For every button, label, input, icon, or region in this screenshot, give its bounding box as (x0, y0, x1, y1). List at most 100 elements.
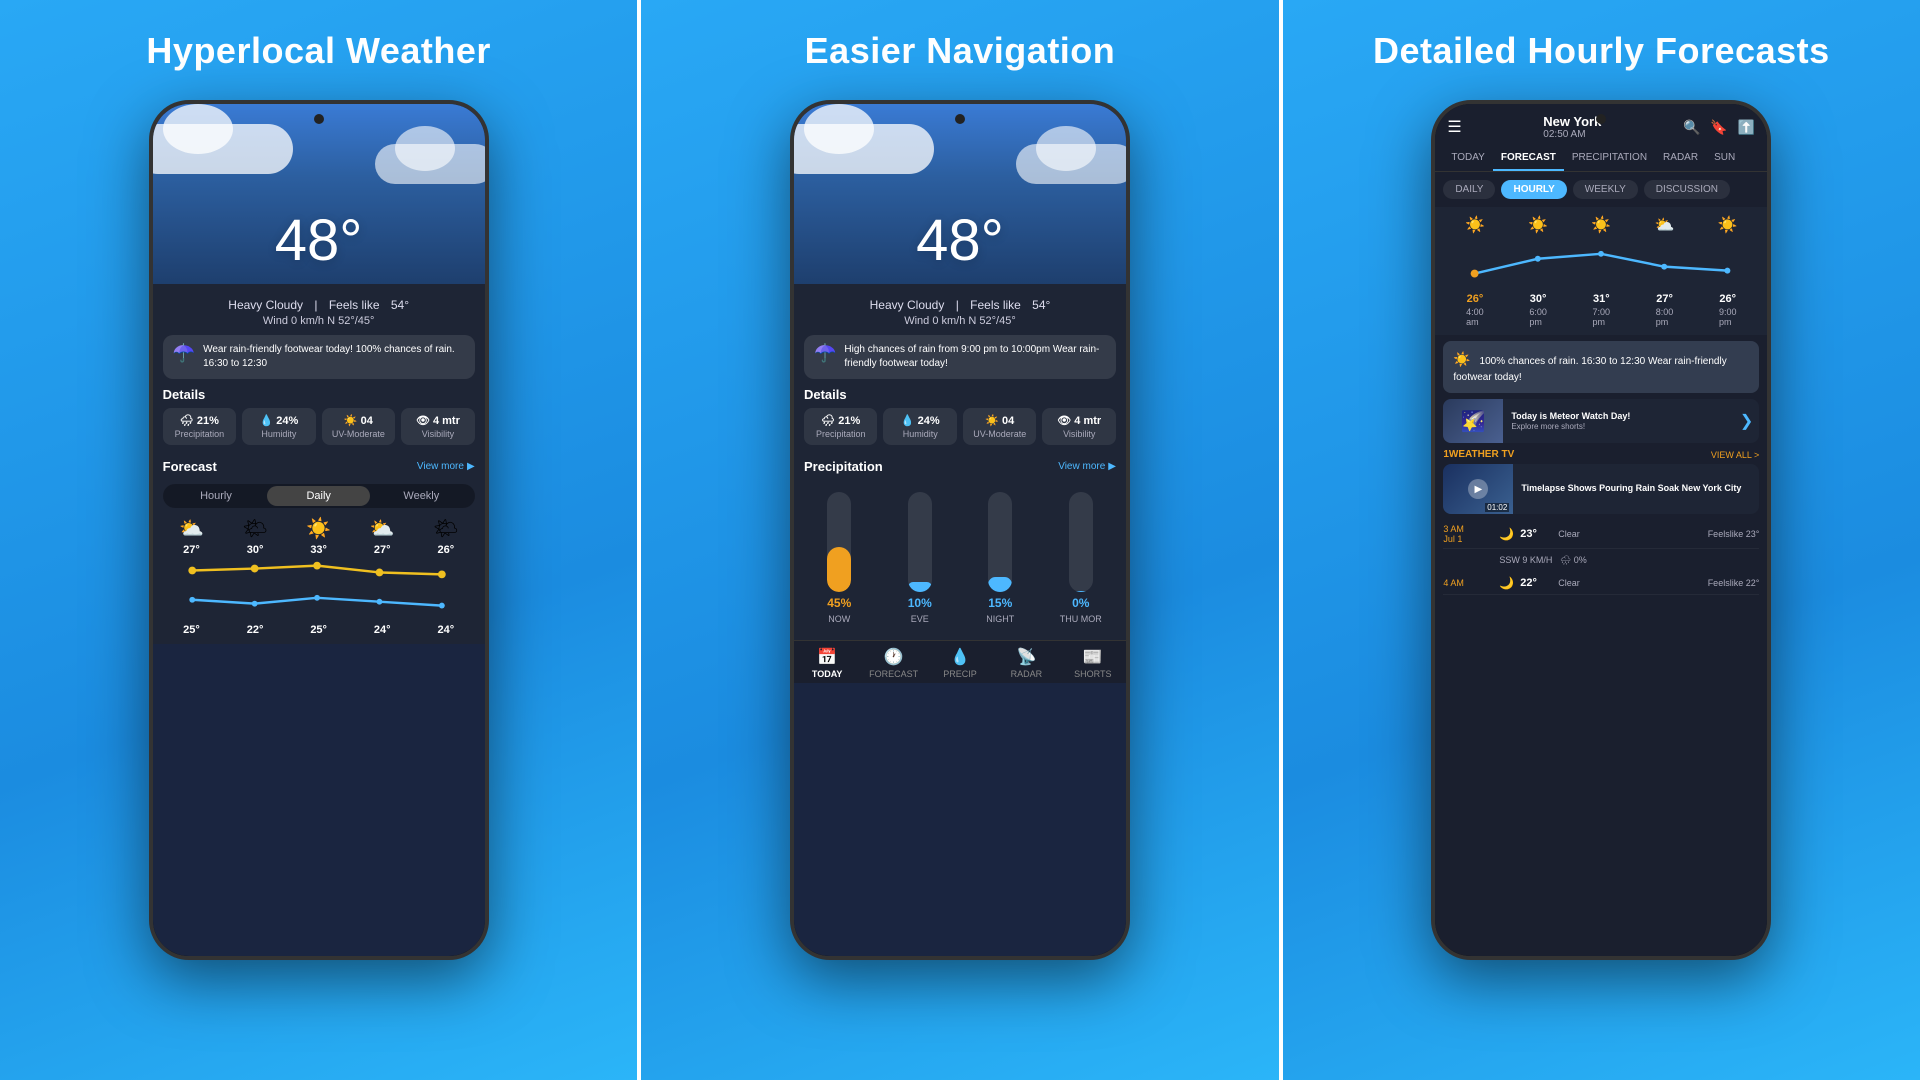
screen3-scroll[interactable]: ☰ New York 02:50 AM 🔍 🔖 ⬆️ TODAY FORECAS… (1435, 104, 1767, 956)
htemp-1: 30° 6:00 pm (1507, 293, 1570, 327)
precip-nav-label: PRECIP (943, 669, 977, 679)
d2-humidity: 💧 24% Humidity (883, 408, 957, 445)
screen2-scroll[interactable]: 48° Heavy Cloudy | Feels like 54° Wind 0… (794, 104, 1126, 956)
fday-4: 🌤 26° (417, 516, 475, 556)
htime-2: 7:00 pm (1593, 307, 1611, 327)
fday-temp-0: 27° (183, 544, 200, 556)
frow-desc-0: Clear (1558, 529, 1701, 539)
tv-card[interactable]: ▶ 01:02 Timelapse Shows Pouring Rain Soa… (1443, 464, 1759, 514)
screen1-scroll[interactable]: 48° Heavy Cloudy | Feels like 54° Wind 0… (153, 104, 485, 956)
fday-temp-3: 27° (374, 544, 391, 556)
forecast-label: FORECAST (869, 669, 918, 679)
s3tab-sun[interactable]: SUN (1706, 146, 1743, 171)
hcol-1: ☀️ (1507, 215, 1570, 235)
nav-shorts[interactable]: 📰 SHORTS (1060, 647, 1126, 679)
sun-tip-icon: ☀️ (1453, 349, 1470, 370)
stab-daily[interactable]: DAILY (1443, 180, 1495, 199)
view-more-2[interactable]: View more ▶ (1058, 461, 1116, 472)
arrow-icon-1: ▶ (467, 461, 475, 472)
stab-hourly[interactable]: HOURLY (1501, 180, 1566, 199)
wind-val-2: 0 km/h N (932, 315, 976, 327)
precip-bar-night: 15% NIGHT (965, 492, 1036, 624)
s3tab-today[interactable]: TODAY (1443, 146, 1493, 171)
hourly-icons-row: ☀️ ☀️ ☀️ ⛅ ☀️ (1443, 215, 1759, 235)
hourly-svg (1443, 239, 1759, 288)
news-arrow-icon[interactable]: ❯ (1740, 411, 1753, 431)
view-more-1[interactable]: View more ▶ (417, 461, 475, 472)
nav-today[interactable]: 📅 TODAY (794, 647, 860, 679)
uv-lbl: UV-Moderate (326, 429, 392, 439)
tv-section: 1WEATHER TV VIEW ALL > ▶ 01:02 Timelapse… (1443, 449, 1759, 514)
nav-precip[interactable]: 💧 PRECIP (927, 647, 993, 679)
fday-temp-1: 30° (247, 544, 264, 556)
tab-hourly-1[interactable]: Hourly (165, 486, 268, 506)
location-group: New York 02:50 AM (1543, 114, 1601, 140)
hamburger-icon[interactable]: ☰ (1447, 117, 1461, 137)
fday-icon-3: ⛅ (370, 516, 395, 541)
tab-daily-1[interactable]: Daily (267, 486, 370, 506)
nav-forecast[interactable]: 🕐 FORECAST (860, 647, 926, 679)
bottom-nav: 📅 TODAY 🕐 FORECAST 💧 PRECIP 📡 RADAR (794, 640, 1126, 683)
view-more-label-1: View more (417, 461, 464, 472)
nav-radar[interactable]: 📡 RADAR (993, 647, 1059, 679)
wind-lbl-2: Wind (904, 315, 929, 327)
tab-weekly-1[interactable]: Weekly (370, 486, 473, 506)
alert-text-2: High chances of rain from 9:00 pm to 10:… (844, 343, 1106, 371)
precip-chart: 45% NOW 10% EVE (804, 484, 1116, 632)
s3tab-precip[interactable]: PRECIPITATION (1564, 146, 1655, 171)
precip-lbl-night: NIGHT (986, 614, 1014, 624)
htemp-val-3: 27° (1656, 293, 1673, 305)
stab-discussion[interactable]: DISCUSSION (1644, 180, 1730, 199)
fday-2: ☀️ 33° (290, 516, 348, 556)
bottom-temps-1: 25° 22° 25° 24° 24° (163, 624, 475, 636)
forecast-tabs-1: Hourly Daily Weekly (163, 484, 475, 508)
detail-humidity: 💧 24% Humidity (242, 408, 316, 445)
news-text: Today is Meteor Watch Day! Explore more … (1511, 411, 1732, 432)
play-button[interactable]: ▶ (1468, 479, 1488, 499)
wind-row-2: Wind 0 km/h N 52°/45° (804, 315, 1116, 327)
share-icon[interactable]: ⬆️ (1738, 119, 1755, 136)
news-headline: Today is Meteor Watch Day! (1511, 411, 1732, 423)
frow-temp-1: 22° (1520, 577, 1552, 589)
screen3-subtabs: DAILY HOURLY WEEKLY DISCUSSION (1435, 172, 1767, 207)
tv-viewall[interactable]: VIEW ALL > (1711, 450, 1759, 460)
d2-visibility: 👁 4 mtr Visibility (1042, 408, 1116, 445)
htemp-val-1: 30° (1530, 293, 1547, 305)
arrow-icon-2: ▶ (1108, 461, 1116, 472)
precip-pct-eve: 10% (908, 596, 932, 610)
search-icon[interactable]: 🔍 (1683, 119, 1700, 136)
humidity-lbl: Humidity (246, 429, 312, 439)
phone-camera-2 (955, 114, 965, 124)
weather-desc-1: Heavy Cloudy | Feels like 54° (163, 298, 475, 312)
details-row-2: 🌧 21% Precipitation 💧 24% Humidity ☀️ 04… (804, 408, 1116, 445)
htemp-3: 27° 8:00 pm (1633, 293, 1696, 327)
btemp-3: 24° (353, 624, 411, 636)
umbrella-icon-2: ☂️ (814, 343, 836, 364)
heavy-cloudy-label: Heavy Cloudy (228, 298, 303, 312)
tooltip-text: 100% chances of rain. 16:30 to 12:30 Wea… (1453, 356, 1726, 383)
d2-uv-val: ☀️ 04 (967, 414, 1033, 427)
hcol-3: ⛅ (1633, 215, 1696, 235)
precip-pct-night: 15% (988, 596, 1012, 610)
fday-icon-0: ⛅ (179, 516, 204, 541)
details-title-1: Details (163, 387, 475, 402)
frow-temp-0: 23° (1520, 528, 1552, 540)
stab-weekly[interactable]: WEEKLY (1573, 180, 1638, 199)
btemp-2: 25° (290, 624, 348, 636)
d2-precip-val: 🌧 21% (808, 414, 874, 427)
hcol-icon-2: ☀️ (1591, 215, 1611, 235)
hcol-0: ☀️ (1443, 215, 1506, 235)
bar-inner-eve (908, 582, 932, 592)
panel3-title: Detailed Hourly Forecasts (1373, 30, 1830, 72)
htemp-2: 31° 7:00 pm (1570, 293, 1633, 327)
s3tab-forecast[interactable]: FORECAST (1493, 146, 1564, 171)
phone-screen-2: 48° Heavy Cloudy | Feels like 54° Wind 0… (794, 104, 1126, 956)
sky-background-1: 48° (153, 104, 485, 284)
s3tab-radar[interactable]: RADAR (1655, 146, 1706, 171)
news-thumb: 🌠 (1443, 399, 1503, 443)
fday-3: ⛅ 27° (353, 516, 411, 556)
news-item[interactable]: 🌠 Today is Meteor Watch Day! Explore mor… (1443, 399, 1759, 443)
wind-label: Wind (263, 315, 288, 327)
bookmark-icon[interactable]: 🔖 (1710, 119, 1727, 136)
frow-date-0: 3 AM Jul 1 (1443, 524, 1493, 544)
